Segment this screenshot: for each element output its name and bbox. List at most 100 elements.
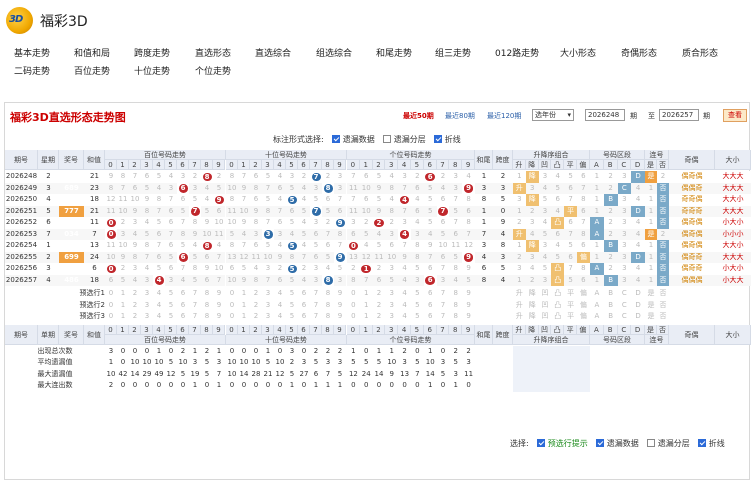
pre-digit[interactable]: 2 [129, 300, 141, 312]
pre-order[interactable]: 升 [513, 288, 526, 300]
pre-digit[interactable]: 2 [250, 311, 262, 323]
pre-digit[interactable]: 4 [274, 288, 286, 300]
option-checkbox-2[interactable] [433, 135, 442, 143]
pre-digit[interactable]: 5 [411, 300, 424, 312]
pre-digit[interactable]: 8 [201, 288, 213, 300]
pre-digit[interactable]: 7 [189, 300, 201, 312]
pre-digit[interactable]: 8 [201, 311, 213, 323]
nav-item-4[interactable]: 直选综合 [255, 48, 291, 60]
pre-order[interactable]: 平 [564, 300, 577, 312]
pre-digit[interactable]: 0 [105, 288, 117, 300]
pre-digit[interactable]: 2 [373, 288, 386, 300]
pre-digit[interactable]: 4 [153, 288, 165, 300]
foot-checkbox-3[interactable] [697, 439, 706, 447]
pre-digit[interactable]: 1 [117, 288, 129, 300]
pre-order[interactable]: 偏 [577, 288, 590, 300]
pre-digit[interactable]: 9 [462, 288, 475, 300]
pre-digit[interactable]: 7 [189, 311, 201, 323]
pre-digit[interactable]: 7 [437, 300, 450, 312]
nav-item-15[interactable]: 个位走势 [195, 66, 231, 78]
nav-item-14[interactable]: 十位走势 [134, 66, 170, 78]
pre-digit[interactable]: 9 [213, 288, 225, 300]
pre-digit[interactable]: 9 [334, 300, 346, 312]
pre-digit[interactable]: 2 [373, 300, 386, 312]
pre-digit[interactable]: 5 [286, 288, 298, 300]
option-checkbox-1[interactable] [382, 135, 391, 143]
pre-link[interactable]: 是 [645, 300, 657, 312]
pre-digit[interactable]: 0 [226, 300, 238, 312]
pre-order[interactable]: 升 [513, 300, 526, 312]
pre-digit[interactable]: 8 [201, 300, 213, 312]
pre-link[interactable]: 否 [657, 288, 669, 300]
pre-digit[interactable]: 9 [334, 311, 346, 323]
pre-digit[interactable]: 5 [165, 311, 177, 323]
pre-zone[interactable]: A [590, 288, 604, 300]
pre-order[interactable]: 凹 [539, 288, 552, 300]
pre-digit[interactable]: 9 [462, 311, 475, 323]
pre-digit[interactable]: 1 [117, 300, 129, 312]
nav-item-12[interactable]: 二码走势 [14, 66, 50, 78]
pre-order[interactable]: 降 [526, 288, 539, 300]
nav-item-5[interactable]: 组选综合 [316, 48, 352, 60]
pre-zone[interactable]: D [631, 300, 645, 312]
pre-digit[interactable]: 6 [298, 288, 310, 300]
pre-zone[interactable]: B [604, 300, 618, 312]
pre-digit[interactable]: 2 [129, 311, 141, 323]
pre-digit[interactable]: 1 [238, 288, 250, 300]
pre-order[interactable]: 降 [526, 300, 539, 312]
pre-order[interactable]: 偏 [577, 300, 590, 312]
pre-digit[interactable]: 4 [153, 311, 165, 323]
pre-digit[interactable]: 9 [462, 300, 475, 312]
pre-digit[interactable]: 5 [411, 311, 424, 323]
pre-digit[interactable]: 4 [153, 300, 165, 312]
pre-digit[interactable]: 8 [449, 288, 462, 300]
pre-digit[interactable]: 7 [437, 288, 450, 300]
pre-zone[interactable]: C [618, 300, 632, 312]
nav-item-7[interactable]: 组三走势 [435, 48, 471, 60]
pre-zone[interactable]: A [590, 311, 604, 323]
pre-digit[interactable]: 4 [398, 288, 411, 300]
pre-digit[interactable]: 5 [286, 311, 298, 323]
pre-digit[interactable]: 1 [238, 300, 250, 312]
pre-order[interactable]: 升 [513, 311, 526, 323]
option-checkbox-0[interactable] [331, 135, 340, 143]
pre-digit[interactable]: 8 [322, 311, 334, 323]
nav-item-6[interactable]: 和尾走势 [376, 48, 412, 60]
nav-item-8[interactable]: 012路走势 [495, 48, 539, 60]
pre-digit[interactable]: 0 [105, 311, 117, 323]
pre-digit[interactable]: 7 [310, 288, 322, 300]
pre-digit[interactable]: 6 [177, 300, 189, 312]
pre-digit[interactable]: 3 [262, 311, 274, 323]
pre-digit[interactable]: 6 [298, 300, 310, 312]
nav-item-3[interactable]: 直选形态 [195, 48, 231, 60]
pre-digit[interactable]: 3 [385, 300, 398, 312]
pre-digit[interactable]: 2 [250, 300, 262, 312]
pre-digit[interactable]: 0 [347, 311, 360, 323]
pre-link[interactable]: 否 [657, 311, 669, 323]
pre-digit[interactable]: 1 [360, 311, 373, 323]
pre-digit[interactable]: 6 [298, 311, 310, 323]
nav-item-10[interactable]: 奇偶形态 [621, 48, 657, 60]
pre-digit[interactable]: 5 [165, 300, 177, 312]
pre-digit[interactable]: 3 [141, 300, 153, 312]
pre-digit[interactable]: 3 [385, 311, 398, 323]
pre-digit[interactable]: 1 [238, 311, 250, 323]
pre-digit[interactable]: 0 [347, 300, 360, 312]
year-select[interactable]: 选年份 ▾ [532, 109, 574, 121]
pre-digit[interactable]: 7 [189, 288, 201, 300]
pre-digit[interactable]: 2 [250, 288, 262, 300]
pre-digit[interactable]: 2 [129, 288, 141, 300]
query-button[interactable]: 查看 [723, 109, 747, 122]
pre-order[interactable]: 平 [564, 311, 577, 323]
pre-link[interactable]: 是 [645, 288, 657, 300]
pre-zone[interactable]: D [631, 311, 645, 323]
pre-digit[interactable]: 0 [226, 311, 238, 323]
pre-digit[interactable]: 9 [334, 288, 346, 300]
pre-order[interactable]: 降 [526, 311, 539, 323]
pre-digit[interactable]: 3 [262, 300, 274, 312]
from-period-input[interactable]: 2026248 [585, 109, 625, 121]
pre-digit[interactable]: 6 [424, 311, 437, 323]
pre-digit[interactable]: 9 [213, 300, 225, 312]
pre-digit[interactable]: 4 [398, 311, 411, 323]
pre-order[interactable]: 凹 [539, 311, 552, 323]
